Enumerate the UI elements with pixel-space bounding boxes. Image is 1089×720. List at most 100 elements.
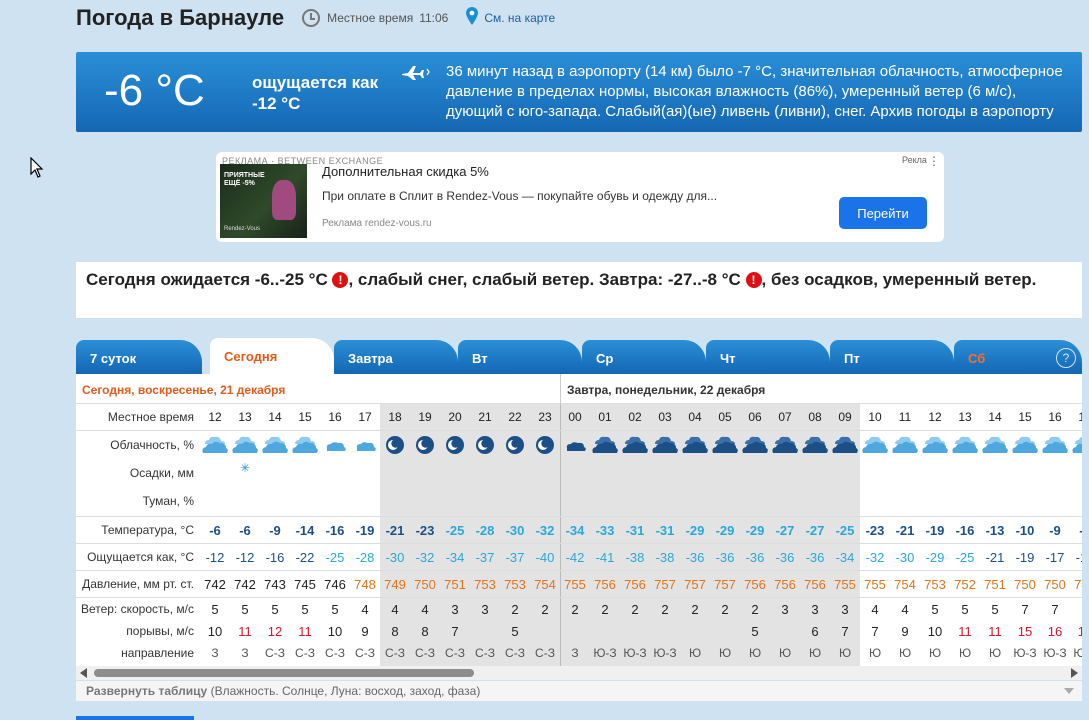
- scroll-right-arrow-icon[interactable]: [1071, 668, 1078, 678]
- tab-thu[interactable]: Чт: [706, 340, 830, 374]
- hour-cell: 21: [478, 410, 492, 424]
- wind-gust-cell: [770, 620, 800, 642]
- night-cloud-icon: [590, 431, 620, 459]
- temperature-cell: -27: [805, 522, 825, 538]
- wind-direction-cell: С-З: [505, 646, 525, 660]
- table-scrollbar[interactable]: [76, 666, 1082, 680]
- row-feels-like: Ощущается как, °C -12 -12 -16 -22 -25 -28 -30 -3…: [76, 544, 1082, 570]
- local-time-label: Местное время: [327, 11, 414, 25]
- row-label: Ощущается как, °C: [87, 550, 194, 564]
- ad-footer: Реклама rendez-vous.ru: [322, 218, 432, 229]
- row-wind-gusts: порывы, м/с 10 11 12 11 10 9 8 8 7 5 5 6 7 7 9 10 11 11 15 1…: [76, 620, 1082, 642]
- tab-wed[interactable]: Ср: [582, 340, 706, 374]
- wind-speed-cell: 5: [931, 601, 939, 617]
- wind-direction-cell: З: [211, 646, 219, 660]
- row-pressure: Давление, мм рт. ст. 742 742 743 745 746 748 74…: [76, 571, 1082, 597]
- ad-go-button[interactable]: Перейти: [839, 197, 927, 229]
- day-cloud-icon: [1040, 431, 1070, 459]
- temperature-cell: -29: [715, 522, 735, 538]
- ad-text[interactable]: При оплате в Сплит в Rendez-Vous — покуп…: [322, 189, 717, 203]
- pressure-cell: 757: [714, 576, 736, 592]
- ad-title[interactable]: Дополнительная скидка 5%: [322, 164, 489, 179]
- wind-speed-cell: 3: [841, 601, 849, 617]
- temperature-cell: -13: [985, 522, 1005, 538]
- chevron-down-icon[interactable]: [1064, 688, 1074, 694]
- clock-icon: [302, 9, 321, 27]
- warning-icon[interactable]: !: [745, 272, 762, 288]
- tab-tue[interactable]: Вт: [458, 340, 582, 374]
- night-clear-icon: [500, 431, 530, 459]
- pressure-cell: 756: [804, 576, 826, 592]
- feels-like-cell: -36: [685, 549, 705, 565]
- row-label: направление: [121, 646, 194, 660]
- ad-menu-icon[interactable]: ⋮: [928, 154, 940, 168]
- wind-direction-cell: Ю: [958, 646, 972, 660]
- feels-like-cell: -36: [715, 549, 735, 565]
- airport-observation-text[interactable]: 36 минут назад в аэропорту (14 км) было …: [446, 62, 1074, 122]
- hour-cell: 09: [838, 410, 852, 424]
- night-cloud-icon: [740, 431, 770, 459]
- temperature-cell: -21: [385, 522, 405, 538]
- help-icon[interactable]: ?: [1056, 348, 1076, 368]
- wind-direction-cell: З: [241, 646, 249, 660]
- ad-corner-label: Рекла: [902, 155, 927, 165]
- ad-image-figure: [272, 180, 296, 220]
- warning-icon[interactable]: !: [332, 272, 349, 288]
- map-link[interactable]: См. на карте: [484, 11, 555, 25]
- temperature-cell: -32: [535, 522, 555, 538]
- map-pin-icon[interactable]: [466, 6, 479, 30]
- pressure-cell: 749: [384, 576, 406, 592]
- wind-gust-cell: 11: [958, 623, 972, 639]
- temperature-cell: -6: [239, 522, 251, 538]
- wind-gust-cell: 9: [361, 623, 369, 639]
- button-edge[interactable]: [76, 716, 194, 720]
- tab-fri[interactable]: Пт: [830, 340, 954, 374]
- ad-banner[interactable]: РЕКЛАМА · BETWEEN EXCHANGE ПРИЯТНЫЕ ЕЩЁ …: [216, 152, 944, 242]
- wind-gust-cell: 7: [451, 623, 459, 639]
- temperature-cell: -29: [745, 522, 765, 538]
- temperature-cell: -25: [445, 522, 465, 538]
- feels-like-cell: -12: [205, 549, 225, 565]
- wind-direction-cell: Ю: [688, 646, 702, 660]
- hour-cell: 23: [538, 410, 552, 424]
- wind-gust-cell: 7: [841, 623, 849, 639]
- expand-table-link[interactable]: Развернуть таблицу: [86, 684, 207, 698]
- hour-cell: 15: [298, 410, 312, 424]
- scrollbar-thumb[interactable]: [94, 669, 474, 677]
- wind-direction-cell: С-З: [265, 646, 285, 660]
- hour-cell: 16: [1048, 410, 1062, 424]
- wind-direction-cell: Ю-З: [1043, 646, 1067, 660]
- hour-cell: 07: [778, 410, 792, 424]
- wind-gust-cell: [530, 620, 560, 642]
- ad-image[interactable]: ПРИЯТНЫЕ ЕЩЁ -5% Rendez-Vous: [220, 164, 307, 238]
- hour-cell: 19: [418, 410, 432, 424]
- wind-speed-cell: 5: [301, 601, 309, 617]
- wind-gust-cell: 10: [207, 623, 223, 639]
- hour-cell: 17: [358, 410, 372, 424]
- ad-image-text: ПРИЯТНЫЕ ЕЩЁ -5%: [224, 172, 265, 187]
- wind-direction-cell: Ю: [748, 646, 762, 660]
- wind-gust-cell: 9: [901, 623, 909, 639]
- feels-like-cell: -16: [265, 549, 285, 565]
- scroll-left-arrow-icon[interactable]: [80, 668, 87, 678]
- wind-speed-cell: 4: [361, 601, 369, 617]
- row-label: Давление, мм рт. ст.: [82, 577, 194, 591]
- feels-like-cell: -22: [295, 549, 315, 565]
- expand-table-bar[interactable]: Развернуть таблицу (Влажность. Солнце, Л…: [76, 681, 1082, 701]
- feels-like-cell: -37: [505, 549, 525, 565]
- tab-tomorrow[interactable]: Завтра: [334, 340, 458, 374]
- pressure-cell: 750: [1044, 576, 1066, 592]
- tab-7-days[interactable]: 7 суток: [76, 340, 202, 374]
- row-wind-speed: Ветер: скорость, м/с 5 5 5 5 5 4 4 4 3 3 2 2 2 2 2 2 2 2 2 3…: [76, 598, 1082, 620]
- temperature-cell: -33: [595, 522, 615, 538]
- feels-like-cell: -40: [535, 549, 555, 565]
- row-label: Температура, °C: [101, 523, 194, 537]
- tab-today[interactable]: Сегодня: [210, 338, 334, 374]
- feels-like-cell: -34: [835, 549, 855, 565]
- wind-direction-cell: Ю: [778, 646, 792, 660]
- feels-like-cell: -19: [1015, 549, 1035, 565]
- feels-like-cell: -30: [895, 549, 915, 565]
- wind-gust-cell: [680, 620, 710, 642]
- day-cloud-icon: [950, 431, 980, 459]
- row-label: порывы, м/с: [126, 624, 194, 638]
